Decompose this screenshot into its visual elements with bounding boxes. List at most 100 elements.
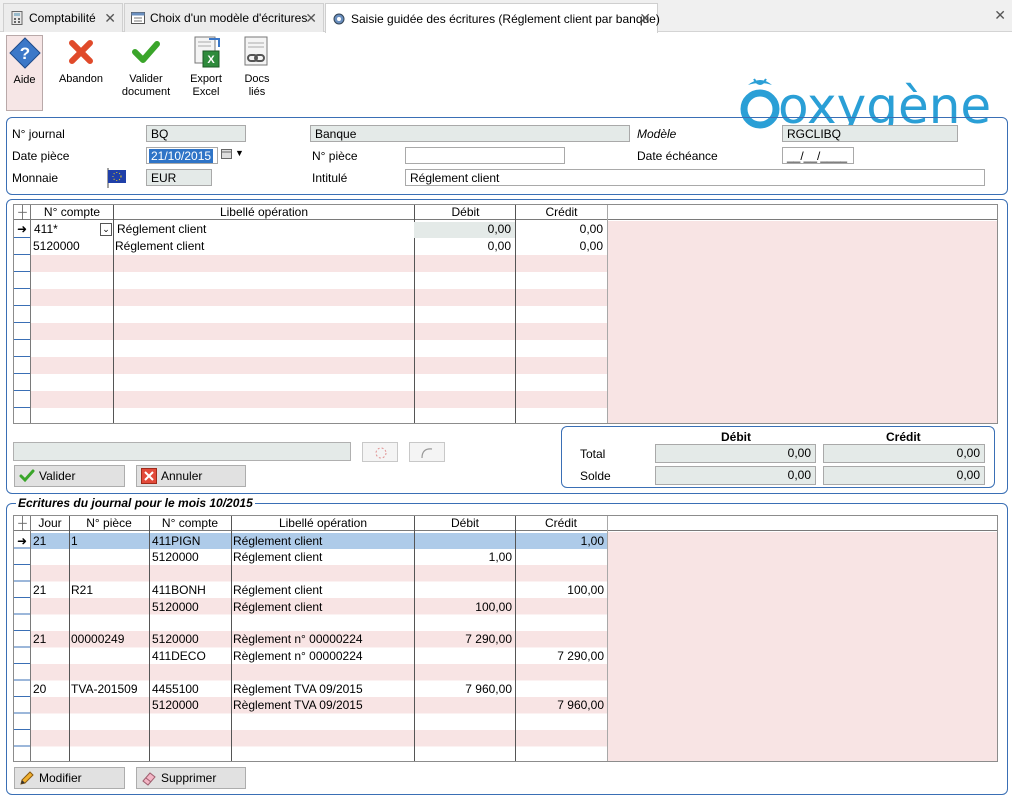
intitule-label: Intitulé: [312, 171, 348, 185]
solde-credit-field: 0,00: [823, 466, 985, 485]
valider-button[interactable]: Valider: [14, 465, 125, 487]
valider-document-button[interactable]: Valider document: [120, 35, 172, 111]
journal-row-debit[interactable]: 1,00: [415, 550, 512, 565]
journal-row-libelle[interactable]: Réglement client: [233, 583, 413, 598]
valider-label-2: document: [121, 86, 171, 98]
date-echeance-label: Date échéance: [637, 149, 718, 163]
total-label: Total: [580, 447, 606, 461]
journal-label: N° journal: [12, 127, 65, 141]
journal-row-compte[interactable]: 411PIGN: [152, 534, 230, 549]
journal-row-compte[interactable]: 411BONH: [152, 583, 230, 598]
journal-row-credit[interactable]: 100,00: [516, 583, 604, 598]
journal-row-piece[interactable]: 1: [71, 534, 147, 549]
modifier-button[interactable]: Modifier: [14, 767, 125, 789]
tab-comptabilite[interactable]: Comptabilité ✕: [3, 3, 123, 32]
journal-row-debit[interactable]: 100,00: [415, 600, 512, 615]
totals-debit-header: Débit: [721, 430, 751, 444]
row-credit[interactable]: 0,00: [515, 222, 603, 237]
journal-row-compte[interactable]: 4455100: [152, 682, 230, 697]
col-libelle[interactable]: Libellé opération: [231, 516, 415, 531]
refresh-button[interactable]: [409, 442, 445, 462]
window-close-icon[interactable]: ✕: [994, 7, 1006, 24]
journal-row-libelle[interactable]: Réglement client: [233, 534, 413, 549]
col-compte[interactable]: N° compte: [149, 516, 231, 531]
journal-row-compte[interactable]: 411DECO: [152, 649, 230, 664]
journal-row-debit[interactable]: 7 290,00: [415, 632, 512, 647]
journal-row-piece[interactable]: 00000249: [71, 632, 147, 647]
annuler-button[interactable]: Annuler: [136, 465, 246, 487]
col-piece[interactable]: N° pièce: [69, 516, 149, 531]
row-libelle[interactable]: Réglement client: [115, 239, 204, 254]
totals-credit-header: Crédit: [886, 430, 921, 444]
col-credit[interactable]: Crédit: [516, 205, 607, 220]
journal-name-field: Banque: [310, 125, 630, 142]
grid-divider: [149, 516, 150, 761]
date-piece-field[interactable]: 21/10/2015: [146, 147, 218, 164]
aide-label: Aide: [13, 74, 36, 86]
journal-row-piece[interactable]: TVA-201509: [71, 682, 147, 697]
journal-row-libelle[interactable]: Règlement n° 00000224: [233, 632, 413, 647]
col-jour[interactable]: Jour: [31, 516, 69, 531]
spinner-button[interactable]: [362, 442, 398, 462]
arc-icon: [421, 448, 433, 459]
journal-row-piece[interactable]: R21: [71, 583, 147, 598]
abandon-button[interactable]: Abandon: [58, 35, 104, 111]
entry-grid-header: ┼ N° compte Libellé opération Débit Créd…: [14, 205, 997, 220]
journal-row-compte[interactable]: 5120000: [152, 600, 230, 615]
row-libelle[interactable]: Réglement client: [117, 222, 206, 237]
journal-row-jour[interactable]: 20: [33, 682, 67, 697]
journal-row-jour[interactable]: 21: [33, 632, 67, 647]
close-icon[interactable]: ✕: [305, 10, 317, 27]
col-libelle[interactable]: Libellé opération: [113, 205, 415, 220]
intitule-field[interactable]: Réglement client: [405, 169, 985, 186]
num-piece-field[interactable]: [405, 147, 565, 164]
journal-row-libelle[interactable]: Règlement TVA 09/2015: [233, 682, 413, 697]
close-icon[interactable]: ✕: [639, 10, 651, 27]
journal-grid-header: ┼ Jour N° pièce N° compte Libellé opérat…: [14, 516, 997, 531]
add-row-icon[interactable]: ┼: [14, 516, 31, 531]
account-dropdown-icon[interactable]: ⌄: [100, 223, 112, 236]
export-excel-button[interactable]: X Export Excel: [186, 35, 226, 111]
col-compte[interactable]: N° compte: [31, 205, 113, 220]
row-debit[interactable]: 0,00: [414, 222, 511, 237]
journal-row-debit[interactable]: 7 960,00: [415, 682, 512, 697]
docs-lies-button[interactable]: Docs liés: [240, 35, 274, 111]
grid-divider: [30, 516, 31, 761]
calendar-icon[interactable]: [221, 148, 233, 163]
add-row-icon[interactable]: ┼: [14, 205, 31, 220]
grid-divider: [30, 205, 31, 423]
journal-row-libelle[interactable]: Règlement TVA 09/2015: [233, 698, 413, 713]
journal-row-libelle[interactable]: Règlement n° 00000224: [233, 649, 413, 664]
chevron-down-icon[interactable]: ▼: [235, 148, 244, 158]
journal-row-credit[interactable]: 7 290,00: [516, 649, 604, 664]
journal-row-libelle[interactable]: Réglement client: [233, 550, 413, 565]
row-credit[interactable]: 0,00: [515, 239, 603, 254]
journal-title: Ecritures du journal pour le mois 10/201…: [16, 496, 255, 510]
journal-row-jour[interactable]: 21: [33, 534, 67, 549]
col-credit[interactable]: Crédit: [515, 516, 607, 531]
total-debit-field: 0,00: [655, 444, 816, 463]
num-piece-label: N° pièce: [312, 149, 358, 163]
col-debit[interactable]: Débit: [415, 205, 516, 220]
svg-text:X: X: [207, 54, 215, 66]
journal-row-compte[interactable]: 5120000: [152, 550, 230, 565]
row-debit[interactable]: 0,00: [414, 239, 511, 254]
journal-row-compte[interactable]: 5120000: [152, 632, 230, 647]
tab-saisie-guidee[interactable]: Saisie guidée des écritures (Réglement c…: [325, 3, 660, 33]
date-echeance-field[interactable]: __/__/____: [782, 147, 854, 164]
journal-row-compte[interactable]: 5120000: [152, 698, 230, 713]
journal-row-jour[interactable]: 21: [33, 583, 67, 598]
aide-button[interactable]: ? Aide: [6, 35, 43, 111]
journal-row-libelle[interactable]: Réglement client: [233, 600, 413, 615]
journal-code-field[interactable]: BQ: [146, 125, 246, 142]
journal-row-credit[interactable]: 1,00: [516, 534, 604, 549]
grid-divider: [515, 205, 516, 423]
close-icon[interactable]: ✕: [104, 10, 116, 27]
grid-empty-area: [607, 221, 997, 423]
row-compte[interactable]: 5120000: [33, 239, 80, 254]
supprimer-button[interactable]: Supprimer: [136, 767, 246, 789]
col-debit[interactable]: Débit: [415, 516, 515, 531]
row-compte[interactable]: 411*: [34, 222, 58, 237]
journal-row-credit[interactable]: 7 960,00: [516, 698, 604, 713]
tab-choix-modele[interactable]: Choix d'un modèle d'écritures ✕: [124, 3, 324, 32]
